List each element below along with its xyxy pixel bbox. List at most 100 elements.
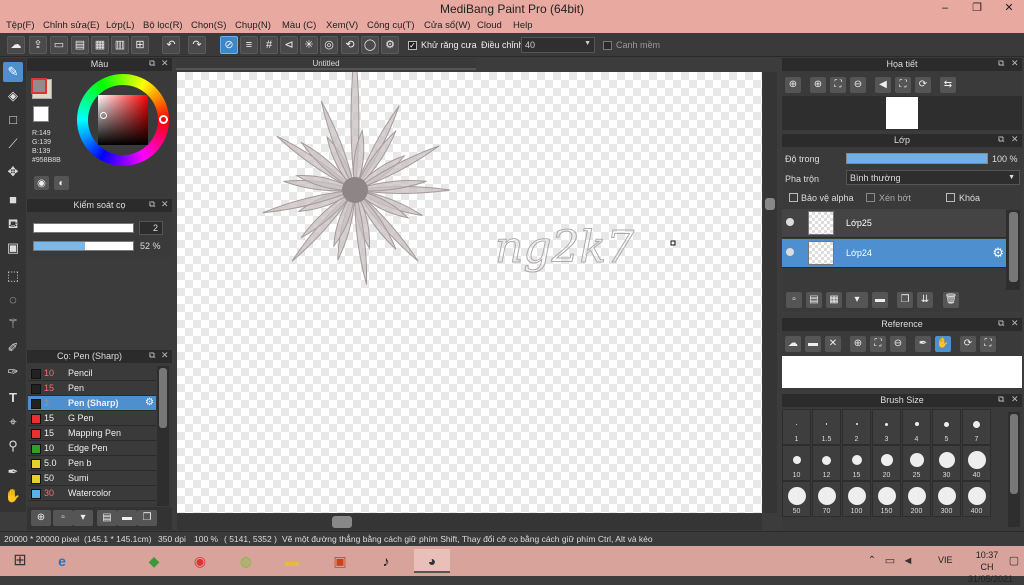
export-icon[interactable]: ⊞ [131,36,149,54]
magic-wand-icon[interactable]: ⚚ [3,314,23,334]
brush-size-cell[interactable]: 100 [842,481,871,517]
zoom-in-icon[interactable]: ⊕ [785,77,801,93]
foreground-color-swatch[interactable] [31,78,47,94]
snap-settings-icon[interactable]: ⚙ [381,36,399,54]
blend-mode-select[interactable]: Bình thường ▼ [846,170,1020,185]
menu-layer[interactable]: Lớp(L) [106,20,134,31]
popout-icon[interactable]: ⧉ [998,318,1004,329]
brush-size-cell[interactable]: 400 [962,481,991,517]
close-panel-icon[interactable]: ✕ [161,58,169,69]
rotate-left-icon[interactable]: ◀ [875,77,891,93]
brush-list-item[interactable]: 10 Pencil [28,366,156,381]
tray-arrow-icon[interactable]: ⌃ [862,549,882,573]
brush-size-cell[interactable]: 4 [902,409,931,445]
folder-icon[interactable]: ▬ [117,510,137,526]
close-panel-icon[interactable]: ✕ [161,350,169,361]
menu-cloud[interactable]: Cloud [477,20,502,31]
fit-icon[interactable]: ⛶ [870,336,886,352]
saturation-square[interactable] [98,95,148,145]
close-panel-icon[interactable]: ✕ [1011,134,1019,145]
hand-icon[interactable]: ✋ [935,336,951,352]
layer-row[interactable]: Lớp25 [782,209,1006,238]
zoom-out-icon[interactable]: ⊖ [890,336,906,352]
eyedropper-tool-icon[interactable]: ⚲ [3,436,23,456]
close-panel-icon[interactable]: ✕ [1011,394,1019,405]
circle-snap-icon[interactable]: ◎ [320,36,338,54]
reference-view[interactable] [782,356,1022,388]
ellipse-snap-icon[interactable]: ◯ [361,36,379,54]
windows-start-icon[interactable]: ⊞ [2,549,38,573]
undo-icon[interactable]: ↶ [162,36,180,54]
ie-icon[interactable]: e [44,549,80,573]
rect-tool-icon[interactable]: □ [3,110,23,130]
fit-icon[interactable]: ⛶ [830,77,846,93]
brush-size-cell[interactable]: 200 [902,481,931,517]
brush-size-cell[interactable]: 150 [872,481,901,517]
tiktok-icon[interactable]: ♪ [368,549,404,573]
save-icon[interactable]: ▦ [91,36,109,54]
new-8bit-layer-icon[interactable]: ▦ [826,292,842,308]
curve-snap-icon[interactable]: ⟲ [341,36,359,54]
popout-icon[interactable]: ⧉ [998,58,1004,69]
brush-size-cell[interactable]: 300 [932,481,961,517]
smooth-checkbox[interactable] [603,41,612,50]
brush-size-cell[interactable]: 12 [812,445,841,481]
vanishing-snap-icon[interactable]: ⊲ [280,36,298,54]
horizontal-scrollbar[interactable] [177,514,762,530]
brush-list-item[interactable]: 5.0 Pen b [28,456,156,471]
duplicate-layer-icon[interactable]: ❐ [897,292,913,308]
fit-window-icon[interactable]: ⛶ [980,336,996,352]
lock-checkbox[interactable] [946,193,955,202]
brush-tool-icon[interactable]: ✎ [3,62,23,82]
line-tool-icon[interactable]: ⟋ [3,134,23,154]
brush-size-cell[interactable]: 50 [782,481,811,517]
move-tool-icon[interactable]: ✥ [3,162,23,182]
brush-size-cell[interactable]: 1 [782,409,811,445]
menu-file[interactable]: Tệp(F) [6,20,35,31]
menu-help[interactable]: Help [513,20,533,31]
eye-icon[interactable] [786,248,794,256]
new-brush-icon[interactable]: ▫ [53,510,73,526]
color-history-icon[interactable]: ◐ [54,176,69,190]
brush-size-slider[interactable] [33,223,134,233]
parallel-snap-icon[interactable]: ≡ [240,36,258,54]
lasso-tool-icon[interactable]: ◌ [3,290,23,310]
dropper-tool-icon[interactable]: ✒ [3,462,23,482]
brush-size-cell[interactable]: 10 [782,445,811,481]
transparent-swatch[interactable] [33,106,49,122]
layer-add-menu-icon[interactable]: ▾ [846,292,868,308]
menu-tools[interactable]: Công cụ(T) [367,20,415,31]
close-panel-icon[interactable]: ✕ [161,199,169,210]
antialias-checkbox[interactable]: ✓ [408,41,417,50]
eyedropper-icon[interactable]: ✒ [915,336,931,352]
bucket-tool-icon[interactable]: ⛾ [3,214,23,234]
open-file-icon[interactable]: ▬ [805,336,821,352]
redo-icon[interactable]: ↷ [188,36,206,54]
close-ref-icon[interactable]: ✕ [825,336,841,352]
share-icon[interactable]: ⇪ [29,36,47,54]
popout-icon[interactable]: ⧉ [149,350,155,361]
flip-icon[interactable]: ⇆ [940,77,956,93]
hue-wheel[interactable] [77,74,169,166]
navigator-preview[interactable] [782,96,1022,130]
language-indicator[interactable]: VIE [938,555,953,565]
pages-icon[interactable]: ▥ [111,36,129,54]
snap-off-icon[interactable]: ⊘ [220,36,238,54]
layer-opacity-slider[interactable] [846,153,988,164]
brush-list-item[interactable]: 2 Pen (Sharp) ⚙ [28,396,156,411]
popout-icon[interactable]: ⧉ [149,199,155,210]
chrome-icon[interactable]: ◉ [182,549,218,573]
cloud-open-icon[interactable]: ☁ [785,336,801,352]
close-panel-icon[interactable]: ✕ [1011,318,1019,329]
brush-size-cell[interactable]: 70 [812,481,841,517]
reset-icon[interactable]: ⟳ [915,77,931,93]
merge-layer-icon[interactable]: ⇊ [917,292,933,308]
menu-filter[interactable]: Bộ lọc(R) [143,20,183,31]
fill-rect-icon[interactable]: ■ [3,190,23,210]
new-folder-icon[interactable]: ▬ [872,292,888,308]
network-icon[interactable]: ▭ [880,549,900,573]
radial-snap-icon[interactable]: ✳ [300,36,318,54]
cloud-icon[interactable]: ☁ [7,36,25,54]
file-explorer-icon[interactable]: ▬ [274,549,310,573]
brush-size-cell[interactable]: 3 [872,409,901,445]
